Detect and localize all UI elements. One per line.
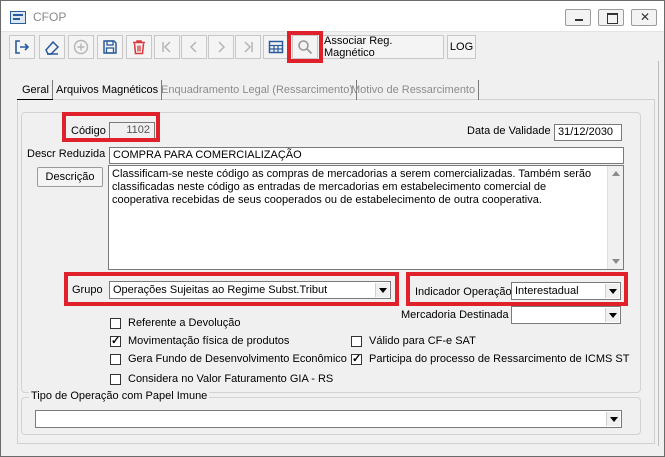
delete-button[interactable] (126, 35, 152, 59)
descricao-memo[interactable]: Classificam-se neste código as compras d… (108, 165, 624, 270)
next-icon (218, 41, 226, 53)
chk-label: Movimentação física de produtos (128, 335, 290, 347)
chk-label: Gera Fundo de Desenvolvimento Econômico (128, 353, 347, 365)
grid-icon (268, 40, 284, 54)
add-icon (73, 39, 89, 55)
add-button[interactable] (68, 35, 94, 59)
indicador-value: Interestadual (515, 285, 579, 297)
title-bar: CFOP (1, 1, 664, 32)
eraser-icon (45, 40, 60, 55)
chk-referente-devolucao[interactable]: Referente a Devolução (110, 317, 241, 329)
tab-enquadramento-legal[interactable]: Enquadramento Legal (Ressarcimento) (158, 80, 357, 100)
clear-button[interactable] (39, 35, 65, 59)
papel-imune-select[interactable] (35, 410, 622, 428)
chk-label: Referente a Devolução (128, 317, 241, 329)
associar-label: Associar Reg. Magnético (324, 35, 393, 59)
app-icon (10, 11, 26, 24)
log-button[interactable]: LOG (447, 35, 476, 59)
tab-geral[interactable]: Geral (19, 80, 53, 100)
descr-reduzida-field[interactable]: COMPRA PARA COMERCIALIZAÇÃO (109, 147, 624, 164)
first-record-button[interactable] (154, 35, 180, 59)
toolbar: Associar Reg. Magnético LOG (1, 33, 664, 61)
window-title: CFOP (33, 10, 67, 24)
descricao-text: Classificam-se neste código as compras d… (112, 168, 592, 206)
chk-label: Válido para CF-e SAT (369, 335, 476, 347)
scroll-down-icon[interactable] (612, 259, 620, 264)
exit-icon (15, 40, 30, 54)
chevron-down-icon[interactable] (605, 284, 619, 298)
delete-icon (133, 40, 145, 55)
cfop-window: CFOP ✕ Associar Reg. Magnético LOG Geral… (0, 0, 665, 457)
previous-record-button[interactable] (181, 35, 207, 59)
search-button[interactable] (292, 35, 318, 59)
validade-field[interactable]: 31/12/2030 (554, 124, 622, 141)
checkbox[interactable] (351, 352, 362, 365)
chevron-down-icon[interactable] (605, 308, 619, 322)
active-tab-indicator (17, 99, 53, 100)
log-label: LOG (449, 41, 474, 53)
maximize-button[interactable] (598, 9, 624, 26)
grupo-value: Operações Sujeitas ao Regime Subst.Tribu… (113, 284, 328, 296)
grupo-select[interactable]: Operações Sujeitas ao Regime Subst.Tribu… (109, 281, 391, 299)
prev-icon (189, 41, 197, 53)
descr-reduzida-label: Descr Reduzida (27, 148, 106, 160)
last-icon (244, 41, 253, 53)
checkbox[interactable] (110, 353, 121, 365)
tab-arquivos-magneticos[interactable]: Arquivos Magnéticos (53, 80, 163, 100)
associar-reg-magnetico-button[interactable]: Associar Reg. Magnético (321, 35, 444, 59)
chk-ressarcimento-icms-st[interactable]: Participa do processo de Ressarcimento d… (351, 352, 630, 365)
scroll-up-icon[interactable] (612, 171, 620, 176)
chk-fundo-desenvolvimento[interactable]: Gera Fundo de Desenvolvimento Econômico (110, 353, 347, 365)
indicador-select[interactable]: Interestadual (511, 282, 621, 300)
checkbox[interactable] (110, 334, 121, 347)
next-record-button[interactable] (208, 35, 234, 59)
checkbox[interactable] (110, 317, 121, 329)
checkbox[interactable] (351, 335, 362, 347)
first-icon (162, 41, 171, 53)
search-icon (298, 40, 313, 55)
last-record-button[interactable] (235, 35, 261, 59)
grid-view-button[interactable] (263, 35, 289, 59)
memo-scrollbar[interactable] (607, 166, 623, 269)
chk-label: Participa do processo de Ressarcimento d… (369, 353, 630, 365)
indicador-label: Indicador Operação (415, 286, 512, 298)
exit-button[interactable] (9, 35, 35, 59)
chk-movimentacao-fisica[interactable]: Movimentação física de produtos (110, 334, 290, 347)
mercadoria-label: Mercadoria Destinada (401, 309, 509, 321)
chevron-down-icon[interactable] (375, 283, 389, 297)
save-icon (103, 40, 117, 54)
chk-label: Considera no Valor Faturamento GIA - RS (128, 373, 334, 385)
codigo-label: Código (71, 125, 106, 137)
mercadoria-select[interactable] (511, 306, 621, 324)
descricao-button[interactable]: Descrição (37, 167, 103, 187)
chk-valido-cfe-sat[interactable]: Válido para CF-e SAT (351, 335, 476, 347)
right-edge-line (658, 61, 659, 446)
grupo-label: Grupo (72, 284, 103, 296)
chk-faturamento-gia-rs[interactable]: Considera no Valor Faturamento GIA - RS (110, 373, 333, 385)
papel-imune-label: Tipo de Operação com Papel Imune (29, 390, 210, 402)
chevron-down-icon[interactable] (606, 412, 620, 426)
checkbox[interactable] (110, 373, 121, 385)
validade-label: Data de Validade (467, 125, 551, 137)
minimize-button[interactable] (565, 9, 591, 26)
codigo-field[interactable]: 1102 (109, 122, 155, 139)
save-button[interactable] (97, 35, 123, 59)
close-button[interactable] (631, 9, 657, 26)
tab-motivo-ressarcimento[interactable]: Motivo de Ressarcimento (348, 80, 480, 100)
